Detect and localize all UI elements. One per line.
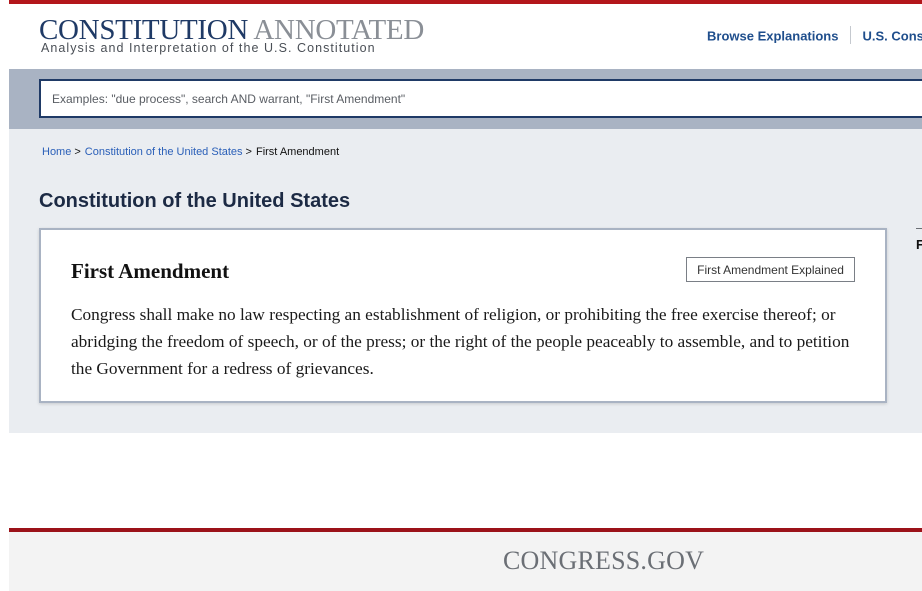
breadcrumb-current: First Amendment <box>255 146 340 158</box>
sidebar-heading-fragment: F <box>916 237 922 252</box>
search-input[interactable] <box>39 79 922 118</box>
amendment-explained-button[interactable]: First Amendment Explained <box>686 257 855 282</box>
search-band <box>9 69 922 129</box>
amendment-card: First Amendment First Amendment Explaine… <box>39 228 887 403</box>
nav-divider <box>850 26 852 44</box>
site-header: CONSTITUTION ANNOTATED Analysis and Inte… <box>9 4 922 69</box>
congress-gov-logo[interactable]: CONGRESS.GOV <box>503 546 704 576</box>
breadcrumb-separator: > <box>74 146 81 158</box>
nav-us-constitution[interactable]: U.S. Cons <box>862 28 922 43</box>
breadcrumb-separator: > <box>245 146 252 158</box>
amendment-text: Congress shall make no law respecting an… <box>71 305 850 378</box>
breadcrumb-home[interactable]: Home <box>42 146 71 158</box>
amendment-title: First Amendment <box>71 259 230 283</box>
site-footer: CONGRESS.GOV <box>9 532 922 591</box>
sidebar-rule <box>916 228 922 229</box>
site-tagline: Analysis and Interpretation of the U.S. … <box>41 41 376 55</box>
left-margin <box>0 0 9 591</box>
breadcrumb-constitution[interactable]: Constitution of the United States <box>85 146 243 158</box>
nav-browse-explanations[interactable]: Browse Explanations <box>707 28 838 43</box>
top-nav: Browse Explanations U.S. Cons <box>707 26 922 46</box>
main-content: Home > Constitution of the United States > F… <box>9 129 922 433</box>
page-title: Constitution of the United States <box>39 190 351 212</box>
breadcrumb: Home > Constitution of the United States > F… <box>42 146 339 158</box>
